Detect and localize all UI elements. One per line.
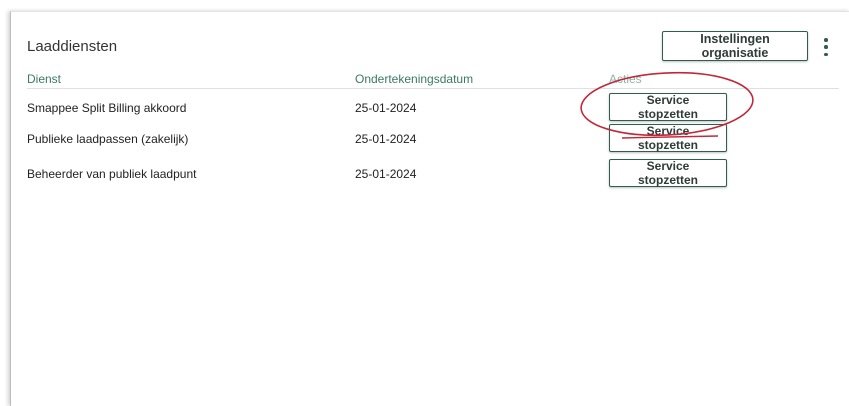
- column-header-actions: Acties: [609, 72, 642, 86]
- kebab-vertical-icon[interactable]: [819, 38, 833, 56]
- signing-date: 25-01-2024: [355, 132, 417, 146]
- table-row: Beheerder van publiek laadpunt 25-01-202…: [27, 159, 839, 189]
- services-panel: Laaddiensten Instellingen organisatie Di…: [10, 11, 849, 406]
- service-name: Beheerder van publiek laadpunt: [27, 167, 197, 181]
- service-name: Publieke laadpassen (zakelijk): [27, 132, 189, 146]
- table-header: Dienst Ondertekeningsdatum Acties: [27, 72, 839, 89]
- stop-service-button[interactable]: Service stopzetten: [609, 159, 727, 187]
- column-header-service: Dienst: [27, 72, 62, 86]
- panel-title: Laaddiensten: [27, 38, 118, 55]
- organisation-settings-button[interactable]: Instellingen organisatie: [662, 31, 808, 61]
- signing-date: 25-01-2024: [355, 101, 417, 115]
- stop-service-button[interactable]: Service stopzetten: [609, 124, 727, 152]
- table-row: Publieke laadpassen (zakelijk) 25-01-202…: [27, 124, 839, 154]
- signing-date: 25-01-2024: [355, 167, 417, 181]
- service-name: Smappee Split Billing akkoord: [27, 101, 187, 115]
- stop-service-button[interactable]: Service stopzetten: [609, 93, 727, 121]
- table-row: Smappee Split Billing akkoord 25-01-2024…: [27, 93, 839, 123]
- column-header-date: Ondertekeningsdatum: [355, 72, 474, 86]
